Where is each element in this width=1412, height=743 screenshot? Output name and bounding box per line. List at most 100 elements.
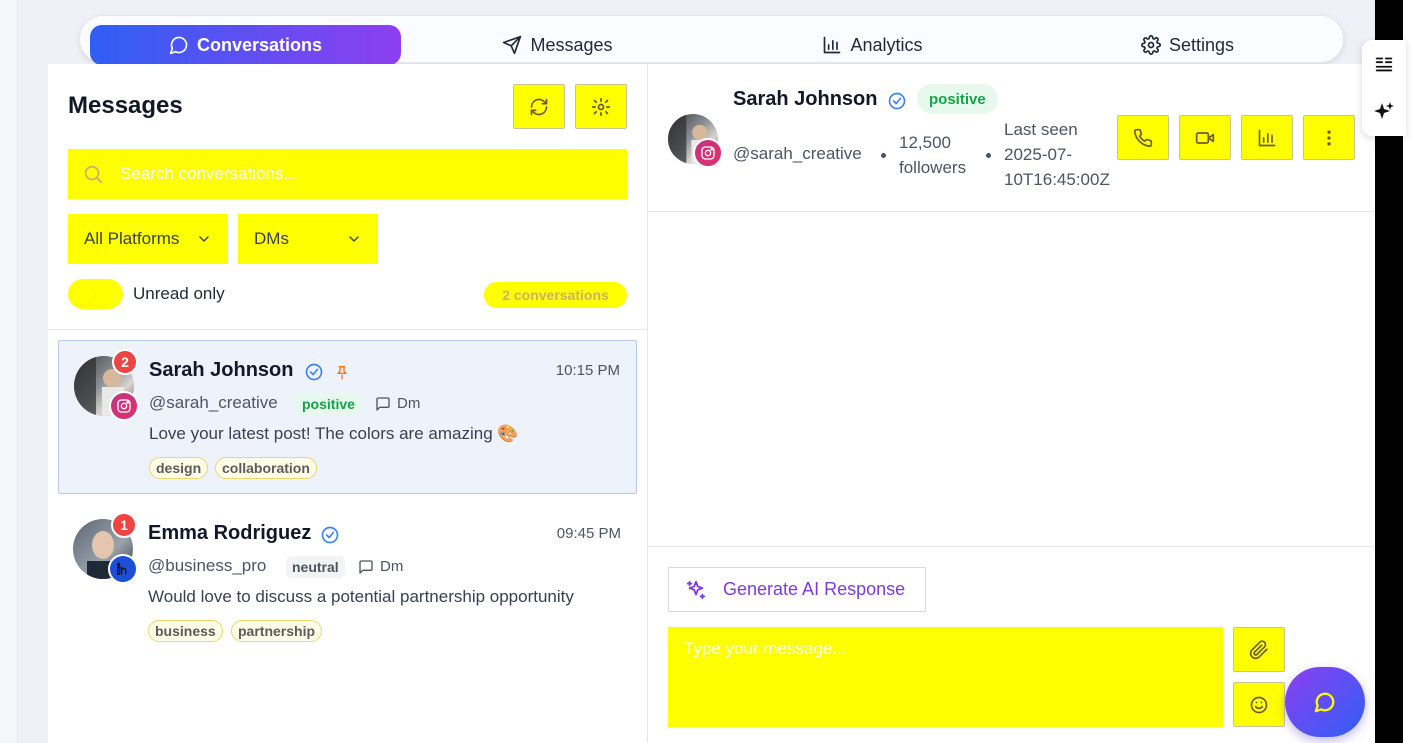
tab-label: Settings bbox=[1168, 34, 1235, 55]
sentiment-badge: neutral bbox=[286, 556, 345, 578]
video-icon bbox=[1195, 131, 1215, 144]
contact-name: Sarah Johnson bbox=[149, 359, 294, 381]
chat-panel: Sarah Johnson positive @sarah_creative 1… bbox=[648, 64, 1375, 743]
send-icon bbox=[503, 35, 522, 55]
unread-only-toggle[interactable] bbox=[68, 279, 123, 309]
separator-dot bbox=[881, 153, 886, 158]
tab-label: Messages bbox=[530, 34, 613, 55]
call-button[interactable] bbox=[1117, 115, 1169, 160]
unread-only-label: Unread only bbox=[133, 284, 225, 303]
quote-icon bbox=[1375, 57, 1393, 72]
message-type: Dm bbox=[358, 558, 403, 575]
divider bbox=[48, 329, 648, 330]
quote-tool-button[interactable] bbox=[1362, 42, 1406, 86]
platform-filter-value: All Platforms bbox=[84, 229, 180, 248]
sentiment-badge: positive bbox=[917, 84, 998, 114]
attach-button[interactable] bbox=[1233, 627, 1285, 672]
conversation-count-badge: 2 conversations bbox=[484, 282, 627, 308]
analytics-button[interactable] bbox=[1241, 115, 1293, 160]
divider bbox=[648, 546, 1375, 547]
unread-count-badge: 2 bbox=[112, 349, 138, 375]
pin-icon bbox=[337, 366, 347, 380]
side-toolbar bbox=[1362, 40, 1406, 136]
bar-chart-icon bbox=[1258, 129, 1276, 146]
instagram-icon bbox=[109, 391, 139, 421]
page-title: Messages bbox=[68, 92, 183, 119]
tag: collaboration bbox=[215, 457, 317, 479]
contact-handle: @sarah_creative bbox=[733, 144, 862, 163]
gear-icon bbox=[1141, 35, 1161, 55]
separator-dot bbox=[986, 153, 991, 158]
paperclip-icon bbox=[1249, 639, 1268, 659]
toggle-knob bbox=[72, 283, 94, 305]
emoji-button[interactable] bbox=[1233, 682, 1285, 727]
message-type-label: Dm bbox=[397, 395, 421, 412]
tab-analytics[interactable]: Analytics bbox=[800, 25, 945, 65]
search-bar bbox=[68, 149, 627, 199]
linkedin-icon bbox=[108, 554, 138, 584]
conversation-list-panel: Messages All Platforms DMs Unread only 2… bbox=[48, 64, 648, 743]
message-preview: Love your latest post! The colors are am… bbox=[149, 424, 519, 443]
last-seen: Last seen 2025-07- 10T16:45:00Z bbox=[1004, 117, 1129, 192]
tab-label: Conversations bbox=[196, 34, 323, 55]
top-nav: Conversations Messages Analytics Setting… bbox=[79, 15, 1344, 65]
contact-handle: @business_pro bbox=[148, 556, 267, 575]
chevron-down-icon bbox=[349, 236, 359, 242]
verified-icon bbox=[321, 526, 339, 544]
message-type: Dm bbox=[375, 395, 420, 412]
left-edge-strip bbox=[0, 0, 18, 743]
bar-chart-icon bbox=[824, 36, 841, 54]
phone-icon bbox=[1133, 128, 1153, 147]
tab-conversations[interactable]: Conversations bbox=[90, 25, 401, 65]
tab-settings[interactable]: Settings bbox=[1115, 25, 1260, 65]
refresh-icon bbox=[530, 98, 548, 115]
contact-handle: @sarah_creative bbox=[149, 393, 278, 412]
contact-name: Sarah Johnson bbox=[733, 88, 878, 110]
search-input[interactable] bbox=[120, 164, 580, 184]
ai-button-label: Generate AI Response bbox=[723, 579, 906, 599]
chevron-down-icon bbox=[199, 236, 209, 242]
sentiment-badge: positive bbox=[296, 393, 361, 415]
conversation-item[interactable]: 2 Sarah Johnson 10:15 PM @sarah_creative… bbox=[58, 340, 637, 494]
type-filter-select[interactable]: DMs bbox=[238, 214, 378, 264]
last-seen-date: 2025-07- bbox=[1004, 145, 1073, 164]
follower-count-label: followers bbox=[899, 158, 967, 177]
conversation-item[interactable]: 1 Emma Rodriguez 09:45 PM @business_pro … bbox=[58, 504, 637, 658]
follower-count-value: 12,500 bbox=[899, 133, 951, 152]
sparkles-icon bbox=[1374, 102, 1394, 119]
tab-messages[interactable]: Messages bbox=[480, 25, 635, 65]
more-vertical-icon bbox=[1327, 130, 1331, 145]
instagram-icon bbox=[693, 138, 723, 168]
message-input[interactable] bbox=[668, 627, 1223, 727]
tag: design bbox=[149, 457, 209, 479]
refresh-button[interactable] bbox=[513, 84, 565, 129]
tag: partnership bbox=[231, 620, 323, 642]
more-options-button[interactable] bbox=[1303, 115, 1355, 160]
contact-name: Emma Rodriguez bbox=[148, 522, 312, 544]
unread-count-badge: 1 bbox=[111, 512, 137, 538]
search-icon bbox=[84, 165, 103, 184]
last-seen-label: Last seen bbox=[1004, 120, 1078, 139]
list-settings-button[interactable] bbox=[575, 84, 627, 129]
sparkles-icon bbox=[686, 580, 706, 599]
verified-icon bbox=[305, 363, 323, 381]
chat-fab-button[interactable] bbox=[1285, 667, 1365, 737]
message-icon bbox=[359, 559, 373, 574]
divider bbox=[648, 211, 1375, 212]
message-time: 09:45 PM bbox=[556, 525, 621, 542]
type-filter-value: DMs bbox=[254, 229, 289, 248]
tag: business bbox=[148, 620, 223, 642]
message-type-label: Dm bbox=[380, 558, 404, 575]
chat-bubble-icon bbox=[1314, 692, 1335, 713]
message-time: 10:15 PM bbox=[555, 362, 620, 379]
platform-filter-select[interactable]: All Platforms bbox=[68, 214, 228, 264]
gear-icon bbox=[591, 97, 611, 116]
message-preview: Would love to discuss a potential partne… bbox=[148, 587, 574, 606]
verified-icon bbox=[888, 92, 906, 110]
video-call-button[interactable] bbox=[1179, 115, 1231, 160]
last-seen-time: 10T16:45:00Z bbox=[1004, 170, 1110, 189]
smile-icon bbox=[1250, 696, 1268, 713]
chat-bubble-icon bbox=[169, 36, 188, 55]
sparkle-tool-button[interactable] bbox=[1362, 90, 1406, 134]
generate-ai-response-button[interactable]: Generate AI Response bbox=[668, 567, 926, 612]
